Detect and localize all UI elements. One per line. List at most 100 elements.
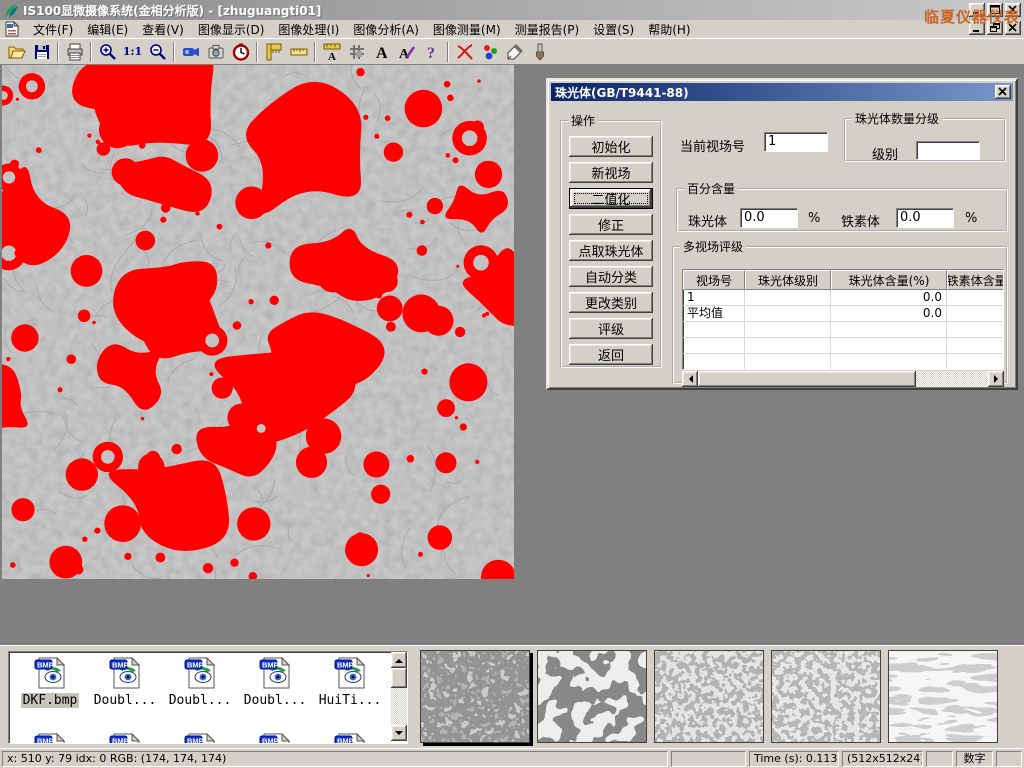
table-row[interactable]: 1 0.0 <box>683 290 1003 306</box>
menu-image-measure[interactable]: 图像测量(M) <box>426 19 508 40</box>
file-item[interactable]: BMP Doubl... <box>88 656 162 708</box>
help-button[interactable]: ? <box>419 40 444 63</box>
thumbnail-5[interactable] <box>888 650 998 743</box>
file-name[interactable]: Doubl... <box>242 693 309 708</box>
curve-tool-button[interactable] <box>452 40 477 63</box>
menu-view[interactable]: 查看(V) <box>135 19 191 40</box>
ferrite-label: 铁素体 <box>841 211 880 230</box>
dialog-close-button[interactable] <box>995 85 1011 99</box>
file-item[interactable]: BMP <box>13 732 87 744</box>
dialog-title-bar[interactable]: 珠光体(GB/T9441-88) <box>551 83 1013 101</box>
scroll-left-button[interactable] <box>682 371 698 387</box>
pearlite-dialog: 珠光体(GB/T9441-88) 操作 初始化 新视场 二值化 修正 点取珠光体… <box>546 78 1018 390</box>
table-row[interactable]: 平均值 0.0 <box>683 306 1003 322</box>
status-image-size: (512x512x24) <box>842 751 923 767</box>
file-item[interactable]: BMP HuiTi... <box>313 656 387 708</box>
scroll-right-button[interactable] <box>988 371 1004 387</box>
zoom-in-icon <box>98 42 118 62</box>
pearlite-label: 珠光体 <box>688 211 727 230</box>
pen-tool-button[interactable] <box>502 40 527 63</box>
file-item[interactable]: BMP <box>238 732 312 744</box>
menu-file[interactable]: 文件(F) <box>26 19 80 40</box>
menu-image-process[interactable]: 图像处理(I) <box>271 19 346 40</box>
svg-text:BMP: BMP <box>262 661 279 670</box>
file-name[interactable]: DKF.bmp <box>21 693 80 708</box>
current-field-input[interactable]: 1 <box>764 132 828 152</box>
change-class-button[interactable]: 更改类别 <box>569 292 653 313</box>
zoom-out-button[interactable] <box>145 40 170 63</box>
binarize-button[interactable]: 二值化 <box>569 188 653 209</box>
scroll-down-button[interactable] <box>391 725 407 741</box>
menu-help[interactable]: 帮助(H) <box>641 19 697 40</box>
pick-pearlite-button[interactable]: 点取珠光体 <box>569 240 653 261</box>
multi-field-group: 多视场评级 视场号 珠光体级别 珠光体含量(%) 铁素体含量(%) 1 0.0 … <box>672 238 1008 384</box>
video-capture-button[interactable] <box>178 40 203 63</box>
table-hscrollbar[interactable] <box>682 371 1004 387</box>
edit-annotation-button[interactable]: A <box>394 40 419 63</box>
phase-mark-button[interactable] <box>477 40 502 63</box>
file-name[interactable]: Doubl... <box>167 693 234 708</box>
file-item[interactable]: BMP <box>163 732 237 744</box>
status-blank-3 <box>996 751 1022 767</box>
timer-button[interactable] <box>228 40 253 63</box>
bmp-file-icon: BMP <box>108 656 142 690</box>
file-item[interactable]: BMP Doubl... <box>238 656 312 708</box>
open-file-button[interactable] <box>4 40 29 63</box>
ruler-button[interactable] <box>286 40 311 63</box>
snapshot-button[interactable] <box>203 40 228 63</box>
correct-button[interactable]: 修正 <box>569 214 653 235</box>
col-ferrite-pct[interactable]: 铁素体含量(%) <box>947 270 1004 290</box>
col-pearlite-pct[interactable]: 珠光体含量(%) <box>831 270 947 290</box>
grade-input[interactable] <box>916 141 980 160</box>
grid-button[interactable] <box>344 40 369 63</box>
grid-icon <box>347 42 367 62</box>
file-name[interactable]: Doubl... <box>92 693 159 708</box>
thumbnail-2[interactable] <box>537 650 647 743</box>
scroll-up-button[interactable] <box>391 652 407 668</box>
actual-size-button[interactable]: 1:1 <box>120 40 145 63</box>
grade-button[interactable]: 评级 <box>569 318 653 339</box>
zoom-in-button[interactable] <box>95 40 120 63</box>
thumbnail-4[interactable] <box>771 650 881 743</box>
initialize-button[interactable]: 初始化 <box>569 136 653 157</box>
scroll-thumb[interactable] <box>698 371 916 387</box>
filelist-vscrollbar[interactable] <box>391 652 407 741</box>
pearlite-percent-input[interactable]: 0.0 <box>740 208 798 228</box>
save-button[interactable] <box>29 40 54 63</box>
toolbar-separator <box>173 42 175 62</box>
auto-classify-button[interactable]: 自动分类 <box>569 266 653 287</box>
return-button[interactable]: 返回 <box>569 344 653 365</box>
menu-image-display[interactable]: 图像显示(D) <box>191 19 272 40</box>
toolbar: 1:1 A A A ? <box>0 38 1024 64</box>
file-item[interactable]: BMP <box>88 732 162 744</box>
svg-text:BMP: BMP <box>337 661 354 670</box>
file-item[interactable]: BMPDKF.bmp <box>13 656 87 708</box>
file-item[interactable]: BMPDoubl... <box>163 656 237 708</box>
file-item[interactable]: BMP <box>313 732 387 744</box>
cell-pearlite: 0.0 <box>831 306 947 321</box>
grade-group: 珠光体数量分级 级别 <box>844 110 1006 162</box>
text-annotation-button[interactable]: A <box>369 40 394 63</box>
micrograph-image[interactable] <box>2 65 514 579</box>
print-button[interactable] <box>62 40 87 63</box>
menu-edit[interactable]: 编辑(E) <box>80 19 135 40</box>
menu-image-analysis[interactable]: 图像分析(A) <box>346 19 426 40</box>
pen-icon <box>505 42 525 62</box>
thumbnail-1[interactable] <box>420 650 530 743</box>
ferrite-percent-input[interactable]: 0.0 <box>896 208 954 228</box>
col-field-number[interactable]: 视场号 <box>683 270 745 290</box>
scale-label-button[interactable]: A <box>319 40 344 63</box>
open-folder-icon <box>7 42 27 62</box>
svg-text:A: A <box>376 45 388 62</box>
file-name[interactable]: HuiTi... <box>317 693 384 708</box>
caliper-measure-button[interactable] <box>261 40 286 63</box>
thumbnail-3[interactable] <box>654 650 764 743</box>
col-pearlite-grade[interactable]: 珠光体级别 <box>745 270 831 290</box>
svg-text:BMP: BMP <box>112 661 129 670</box>
cell-field: 平均值 <box>683 306 745 321</box>
scroll-thumb[interactable] <box>391 668 407 688</box>
brush-tool-button[interactable] <box>527 40 552 63</box>
menu-settings[interactable]: 设置(S) <box>586 19 641 40</box>
menu-report[interactable]: 测量报告(P) <box>508 19 587 40</box>
new-field-button[interactable]: 新视场 <box>569 162 653 183</box>
